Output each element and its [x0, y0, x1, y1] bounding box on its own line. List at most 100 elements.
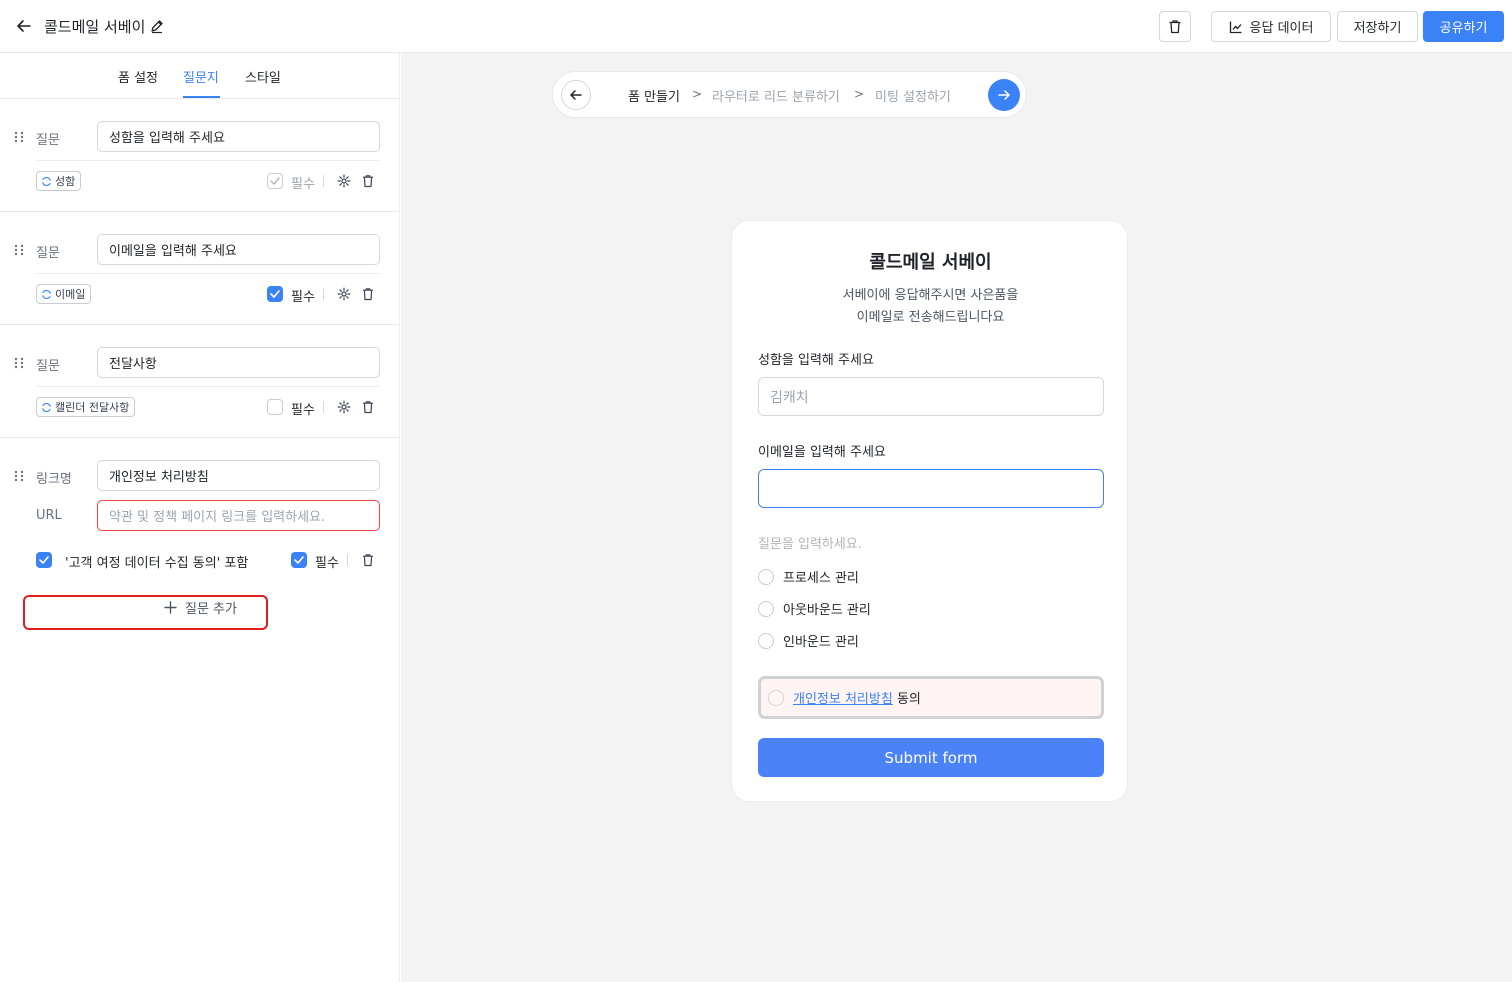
plus-icon [164, 601, 177, 614]
link-name-input[interactable]: 개인정보 처리방침 [97, 460, 380, 491]
active-tab-indicator [183, 96, 220, 98]
form-preview-card: 콜드메일 서베이 서베이에 응답해주시면 사은품을 이메일로 전송해드립니다요 … [731, 220, 1128, 802]
add-question-button[interactable]: 질문 추가 [164, 598, 237, 617]
response-data-button[interactable]: 응답 데이터 [1211, 11, 1331, 42]
share-button[interactable]: 공유하기 [1423, 11, 1504, 42]
url-label: URL [36, 508, 62, 523]
arrow-right-icon [997, 88, 1011, 102]
name-field[interactable]: 김캐치 [758, 377, 1104, 416]
drag-handle-icon[interactable] [14, 131, 24, 143]
trash-icon[interactable] [361, 174, 375, 188]
field-label: 성함을 입력해 주세요 [758, 353, 874, 368]
consent-text: 개인정보 처리방침 동의 [793, 688, 921, 707]
sync-icon [41, 289, 52, 300]
email-field[interactable] [758, 469, 1104, 508]
separator [323, 288, 324, 300]
save-button[interactable]: 저장하기 [1337, 11, 1418, 42]
editor-panel: 폼 설정 질문지 스타일 질문 성함을 입력해 주세요 성함 필수 질문 이메일… [0, 53, 400, 982]
form-description: 서베이에 응답해주시면 사은품을 [842, 288, 1019, 303]
consent-include-label: '고객 여정 데이터 수집 동의' 포함 [65, 556, 249, 571]
chip-label: 이메일 [55, 288, 86, 301]
separator [323, 175, 324, 187]
question-label: 질문 [36, 133, 60, 148]
step-next-button[interactable] [988, 79, 1020, 111]
arrow-left-icon [569, 88, 583, 102]
pencil-icon[interactable] [149, 18, 165, 34]
divider [36, 386, 380, 387]
tab-style[interactable]: 스타일 [245, 67, 281, 86]
privacy-policy-link[interactable]: 개인정보 처리방침 [793, 692, 893, 707]
step-navigator: 폼 만들기 > 라우터로 리드 분류하기 > 미팅 설정하기 [552, 71, 1027, 118]
drag-handle-icon[interactable] [14, 357, 24, 369]
gear-icon[interactable] [337, 287, 351, 301]
question-input[interactable]: 성함을 입력해 주세요 [97, 121, 380, 152]
step-separator: > [692, 87, 703, 101]
trash-icon[interactable] [361, 287, 375, 301]
radio-label: 인바운드 관리 [783, 635, 859, 650]
response-data-label: 응답 데이터 [1249, 21, 1314, 36]
radio-option[interactable]: 인바운드 관리 [758, 631, 859, 650]
drag-handle-icon[interactable] [14, 244, 24, 256]
radio-label: 프로세스 관리 [783, 571, 859, 586]
question-label: 질문 [36, 246, 60, 261]
field-type-chip[interactable]: 성함 [36, 171, 82, 191]
radio-option[interactable]: 아웃바운드 관리 [758, 599, 871, 618]
submit-button[interactable]: Submit form [758, 738, 1104, 777]
field-type-chip[interactable]: 이메일 [36, 284, 92, 304]
chip-label: 성함 [55, 175, 76, 188]
trash-icon[interactable] [361, 400, 375, 414]
radio-label: 아웃바운드 관리 [783, 603, 871, 618]
tab-questions[interactable]: 질문지 [183, 67, 219, 86]
field-type-chip[interactable]: 캘린더 전달사항 [36, 397, 136, 417]
page-title: 콜드메일 서베이 [44, 18, 146, 36]
field-label: 이메일을 입력해 주세요 [758, 445, 886, 460]
tab-form-settings[interactable]: 폼 설정 [118, 67, 158, 86]
required-label: 필수 [291, 290, 315, 305]
divider [36, 160, 380, 161]
radio-button[interactable] [758, 600, 774, 617]
step-back-button[interactable] [561, 80, 591, 110]
divider [36, 273, 380, 274]
back-arrow-icon[interactable] [14, 16, 34, 36]
line-chart-icon [1229, 20, 1243, 34]
consent-suffix: 동의 [896, 692, 921, 707]
consent-include-checkbox[interactable] [36, 552, 52, 568]
question-block: 질문 전달사항 캘린더 전달사항 필수 [0, 325, 400, 438]
delete-button[interactable] [1159, 11, 1191, 42]
radio-option[interactable]: 프로세스 관리 [758, 567, 859, 586]
question-input[interactable]: 전달사항 [97, 347, 380, 378]
radio-button[interactable] [758, 632, 774, 649]
step-meeting[interactable]: 미팅 설정하기 [875, 86, 951, 105]
radio-button[interactable] [758, 568, 774, 585]
add-question-label: 질문 추가 [185, 602, 237, 617]
drag-handle-icon[interactable] [14, 470, 24, 482]
form-title: 콜드메일 서베이 [869, 252, 992, 273]
required-checkbox[interactable] [267, 173, 283, 189]
gear-icon[interactable] [337, 174, 351, 188]
trash-icon[interactable] [361, 553, 375, 567]
step-form-builder[interactable]: 폼 만들기 [628, 86, 680, 105]
required-checkbox[interactable] [291, 552, 307, 568]
chip-label: 캘린더 전달사항 [55, 401, 130, 414]
question-input[interactable]: 이메일을 입력해 주세요 [97, 234, 380, 265]
required-label: 필수 [315, 556, 339, 571]
app-header: 콜드메일 서베이 응답 데이터 저장하기 공유하기 [0, 0, 1512, 53]
consent-checkbox[interactable] [768, 689, 784, 706]
step-separator: > [854, 87, 865, 101]
required-checkbox[interactable] [267, 399, 283, 415]
question-block: 질문 이메일을 입력해 주세요 이메일 필수 [0, 212, 400, 325]
question-placeholder: 질문을 입력하세요. [758, 537, 862, 552]
trash-icon [1168, 19, 1182, 34]
editor-tabs: 폼 설정 질문지 스타일 [0, 53, 400, 99]
step-router[interactable]: 라우터로 리드 분류하기 [712, 86, 840, 105]
link-name-label: 링크명 [36, 472, 72, 487]
url-input[interactable]: 약관 및 정책 페이지 링크를 입력하세요. [97, 500, 380, 531]
required-label: 필수 [291, 177, 315, 192]
sync-icon [41, 176, 52, 187]
question-block: 질문 성함을 입력해 주세요 성함 필수 [0, 99, 400, 212]
form-description: 이메일로 전송해드립니다요 [856, 310, 1005, 325]
required-checkbox[interactable] [267, 286, 283, 302]
gear-icon[interactable] [337, 400, 351, 414]
consent-field: 개인정보 처리방침 동의 [758, 676, 1104, 719]
question-label: 질문 [36, 359, 60, 374]
